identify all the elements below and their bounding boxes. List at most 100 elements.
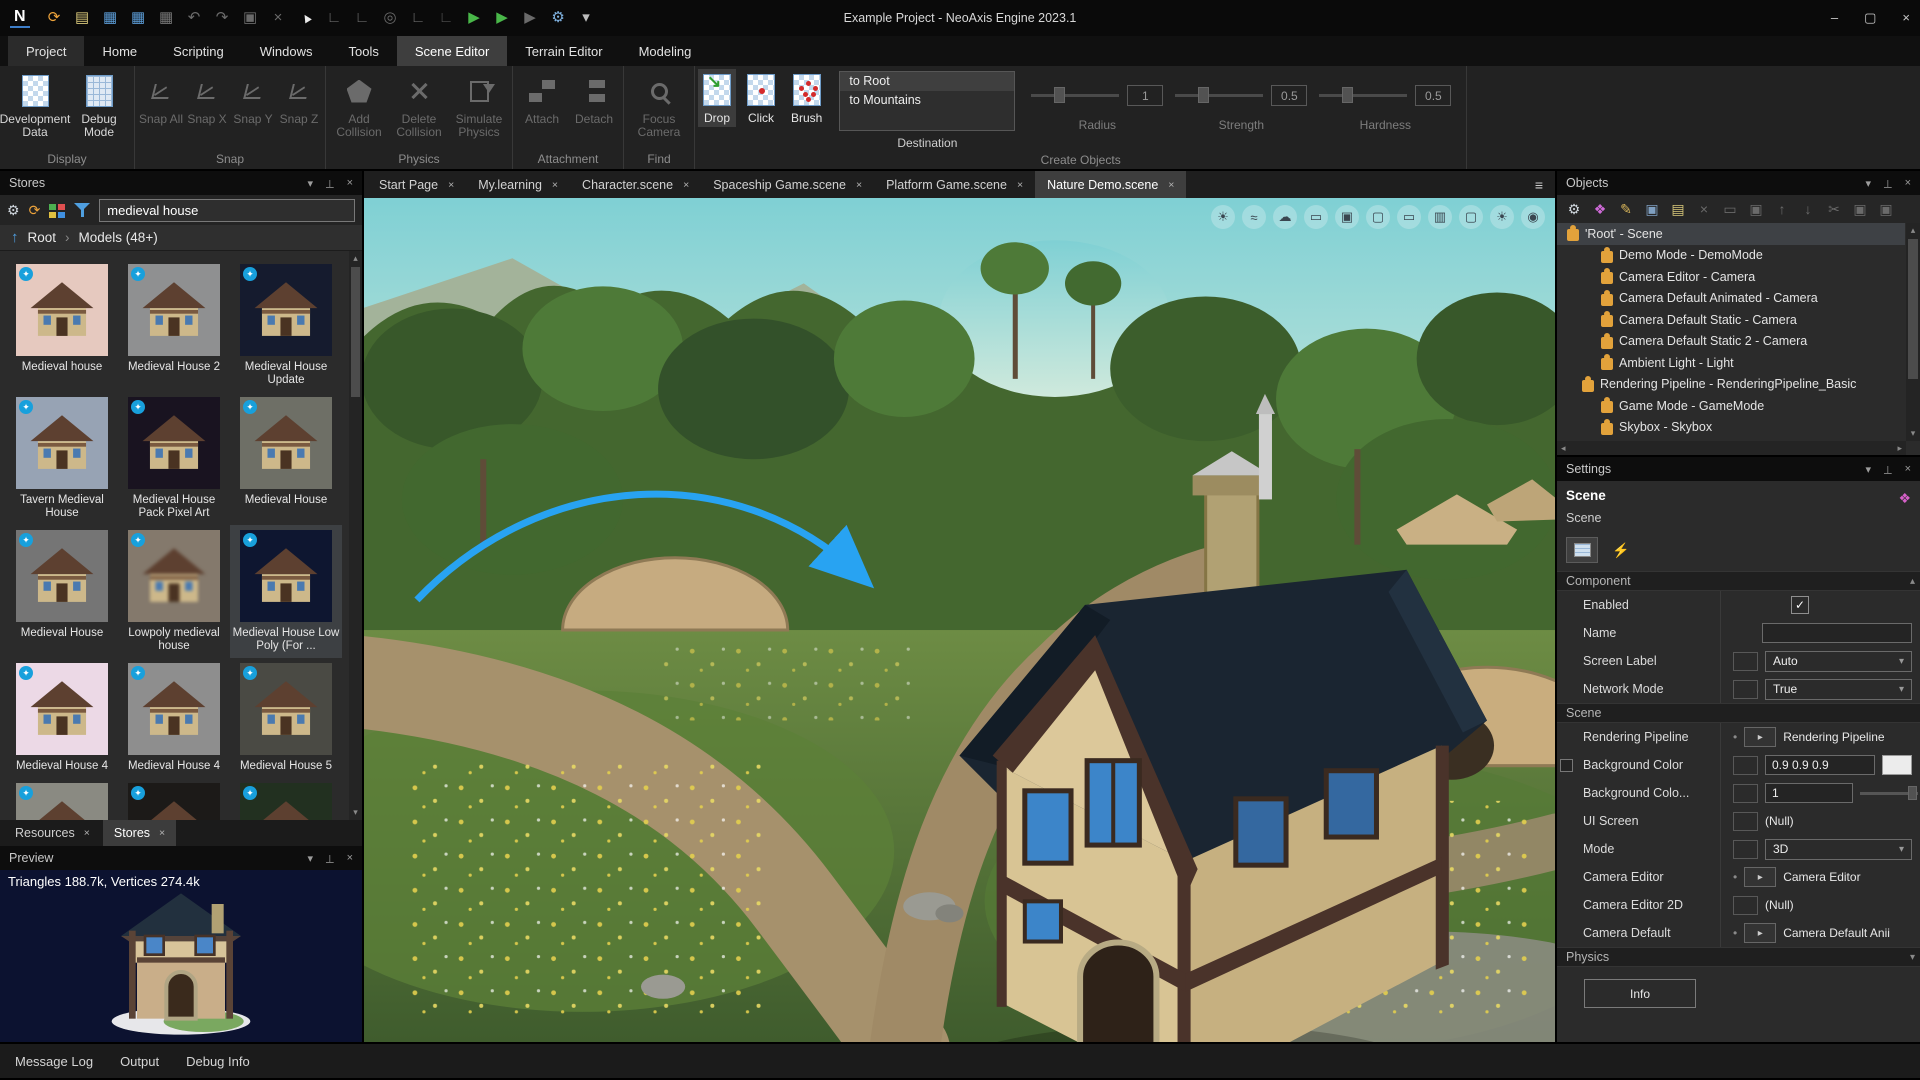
scene-tab[interactable]: My.learning × xyxy=(466,171,570,198)
background-color-env-field[interactable]: 1 xyxy=(1765,783,1853,803)
panel-collapse-icon[interactable]: ▾ xyxy=(1865,463,1871,476)
mode-dropdown[interactable]: 3D ▾ xyxy=(1765,839,1912,860)
section-scene[interactable]: Scene xyxy=(1557,703,1920,723)
tree-row[interactable]: Camera Default Animated - Camera xyxy=(1557,288,1905,310)
delete-icon[interactable]: × xyxy=(265,5,292,31)
default-marker-box[interactable] xyxy=(1733,812,1758,831)
clone-icon[interactable]: ▣ xyxy=(1744,201,1768,218)
transform-select-icon[interactable]: ❖ xyxy=(1588,201,1612,218)
status-bar-tab[interactable]: Message Log xyxy=(15,1054,93,1069)
scroll-up-icon[interactable]: ▴ xyxy=(1910,576,1915,587)
create-mode-button[interactable]: Drop xyxy=(698,69,736,127)
transform-tool-icon[interactable]: ∟ xyxy=(433,5,460,31)
stores-settings-icon[interactable]: ⚙ xyxy=(7,203,20,217)
network-mode-dropdown[interactable]: True ▾ xyxy=(1765,679,1912,700)
frame-e-icon[interactable]: ▢ xyxy=(1459,205,1483,229)
scene-tab[interactable]: Nature Demo.scene × xyxy=(1035,171,1186,198)
frame-d-icon[interactable]: ▭ xyxy=(1397,205,1421,229)
panel-close-icon[interactable]: × xyxy=(1905,177,1911,189)
info-button[interactable]: Info xyxy=(1584,979,1696,1008)
store-item[interactable]: ✦ xyxy=(6,778,118,820)
panel-pin-icon[interactable]: ⊤ xyxy=(325,177,335,190)
fog-icon[interactable]: ≈ xyxy=(1242,205,1266,229)
refresh-icon[interactable]: ⟳ xyxy=(29,203,41,217)
rotate-tool-icon[interactable]: ∟ xyxy=(349,5,376,31)
tree-row[interactable]: Game Mode - GameMode xyxy=(1557,395,1905,417)
menu-tab[interactable]: Home xyxy=(84,36,155,66)
close-button[interactable]: × xyxy=(1902,10,1910,26)
scroll-down-icon[interactable]: ▾ xyxy=(1910,952,1915,963)
tree-row[interactable]: + Rendering Pipeline - RenderingPipeline… xyxy=(1557,374,1905,396)
camera-record-icon[interactable]: ◉ xyxy=(1521,205,1545,229)
save-as-icon[interactable]: ▦ xyxy=(125,5,152,31)
scroll-right-icon[interactable]: ▸ xyxy=(1897,443,1902,454)
reference-button[interactable]: ▸ xyxy=(1744,923,1776,943)
destination-option[interactable]: to Mountains xyxy=(840,91,1014,110)
default-marker-box[interactable] xyxy=(1733,840,1758,859)
viewport-3d[interactable]: ☀ ≈ ☁ ▭ ▣ ▢ ▭ ▥ ▢ ☀ xyxy=(364,198,1555,1042)
tree-row[interactable]: − 'Root' - Scene xyxy=(1557,223,1905,245)
close-icon[interactable]: × xyxy=(448,179,454,191)
panel-close-icon[interactable]: × xyxy=(1905,463,1911,475)
breadcrumb-root[interactable]: Root xyxy=(28,230,57,245)
run-icon[interactable]: ▶ xyxy=(517,5,544,31)
scrollbar-thumb[interactable] xyxy=(1908,239,1918,379)
row-expander[interactable] xyxy=(1560,759,1573,772)
close-icon[interactable]: × xyxy=(856,179,862,191)
close-icon[interactable]: × xyxy=(84,827,90,839)
menu-tab[interactable]: Terrain Editor xyxy=(507,36,620,66)
undo-icon[interactable]: ↶ xyxy=(181,5,208,31)
dock-tab[interactable]: Stores × xyxy=(103,820,176,846)
open-window-icon[interactable]: ▣ xyxy=(1640,201,1664,218)
scroll-up-icon[interactable]: ▴ xyxy=(1906,225,1920,236)
close-icon[interactable]: × xyxy=(683,179,689,191)
breadcrumb-current[interactable]: Models (48+) xyxy=(79,230,158,245)
toolbar-more-icon[interactable]: ▾ xyxy=(573,5,600,31)
copy-icon[interactable]: ▣ xyxy=(1848,201,1872,218)
store-item[interactable]: ✦ Medieval House 4 xyxy=(6,658,118,778)
panel-close-icon[interactable]: × xyxy=(347,177,353,189)
display-icon[interactable]: ▥ xyxy=(1428,205,1452,229)
move-up-icon[interactable]: ↑ xyxy=(1770,201,1794,217)
scene-tab[interactable]: Character.scene × xyxy=(570,171,701,198)
create-mode-button[interactable]: Brush xyxy=(786,69,827,127)
refresh-icon[interactable]: ⟳ xyxy=(41,5,68,31)
mini-slider[interactable] xyxy=(1860,792,1918,795)
store-item[interactable]: ✦ Lowpoly medieval house xyxy=(118,525,230,658)
default-marker-box[interactable] xyxy=(1733,680,1758,699)
menu-tab[interactable]: Windows xyxy=(242,36,331,66)
store-item[interactable]: ✦ Medieval House Pack Pixel Art xyxy=(118,392,230,525)
store-item[interactable]: ✦ Medieval House xyxy=(230,392,342,525)
scroll-down-icon[interactable]: ▾ xyxy=(1906,428,1920,439)
tree-row[interactable]: Demo Mode - DemoMode xyxy=(1557,245,1905,267)
frame-c-icon[interactable]: ▢ xyxy=(1366,205,1390,229)
destination-option[interactable]: to Root xyxy=(840,72,1014,91)
store-item[interactable]: ✦ Medieval House 2 xyxy=(118,259,230,392)
move-tool-icon[interactable]: ∟ xyxy=(321,5,348,31)
default-marker-box[interactable] xyxy=(1733,652,1758,671)
panel-close-icon[interactable]: × xyxy=(347,852,353,864)
menu-tab[interactable]: Modeling xyxy=(621,36,710,66)
rename-icon[interactable]: ▭ xyxy=(1718,201,1742,218)
tree-row[interactable]: Camera Editor - Camera xyxy=(1557,266,1905,288)
section-component[interactable]: Component ▴ xyxy=(1557,571,1920,591)
status-bar-tab[interactable]: Output xyxy=(120,1054,159,1069)
objects-settings-icon[interactable]: ⚙ xyxy=(1562,201,1586,218)
tree-row[interactable]: Camera Default Static 2 - Camera xyxy=(1557,331,1905,353)
cloud-icon[interactable]: ☁ xyxy=(1273,205,1297,229)
paste-icon[interactable]: ▣ xyxy=(1874,201,1898,218)
slider-handle[interactable] xyxy=(1908,786,1917,800)
scroll-left-icon[interactable]: ◂ xyxy=(1561,443,1566,454)
default-marker-box[interactable] xyxy=(1733,896,1758,915)
tab-properties[interactable] xyxy=(1566,537,1598,563)
scene-tab[interactable]: Start Page × xyxy=(367,171,466,198)
tab-list-icon[interactable]: ≡ xyxy=(1523,171,1555,198)
panel-pin-icon[interactable]: ⊤ xyxy=(1883,463,1893,476)
new-object-icon[interactable]: ▤ xyxy=(1666,201,1690,218)
duplicate-icon[interactable]: ▣ xyxy=(237,5,264,31)
panel-collapse-icon[interactable]: ▾ xyxy=(307,177,313,190)
panel-pin-icon[interactable]: ⊤ xyxy=(1883,177,1893,190)
panel-collapse-icon[interactable]: ▾ xyxy=(1865,177,1871,190)
close-icon[interactable]: × xyxy=(552,179,558,191)
stores-scrollbar[interactable]: ▴ ▾ xyxy=(349,251,362,820)
